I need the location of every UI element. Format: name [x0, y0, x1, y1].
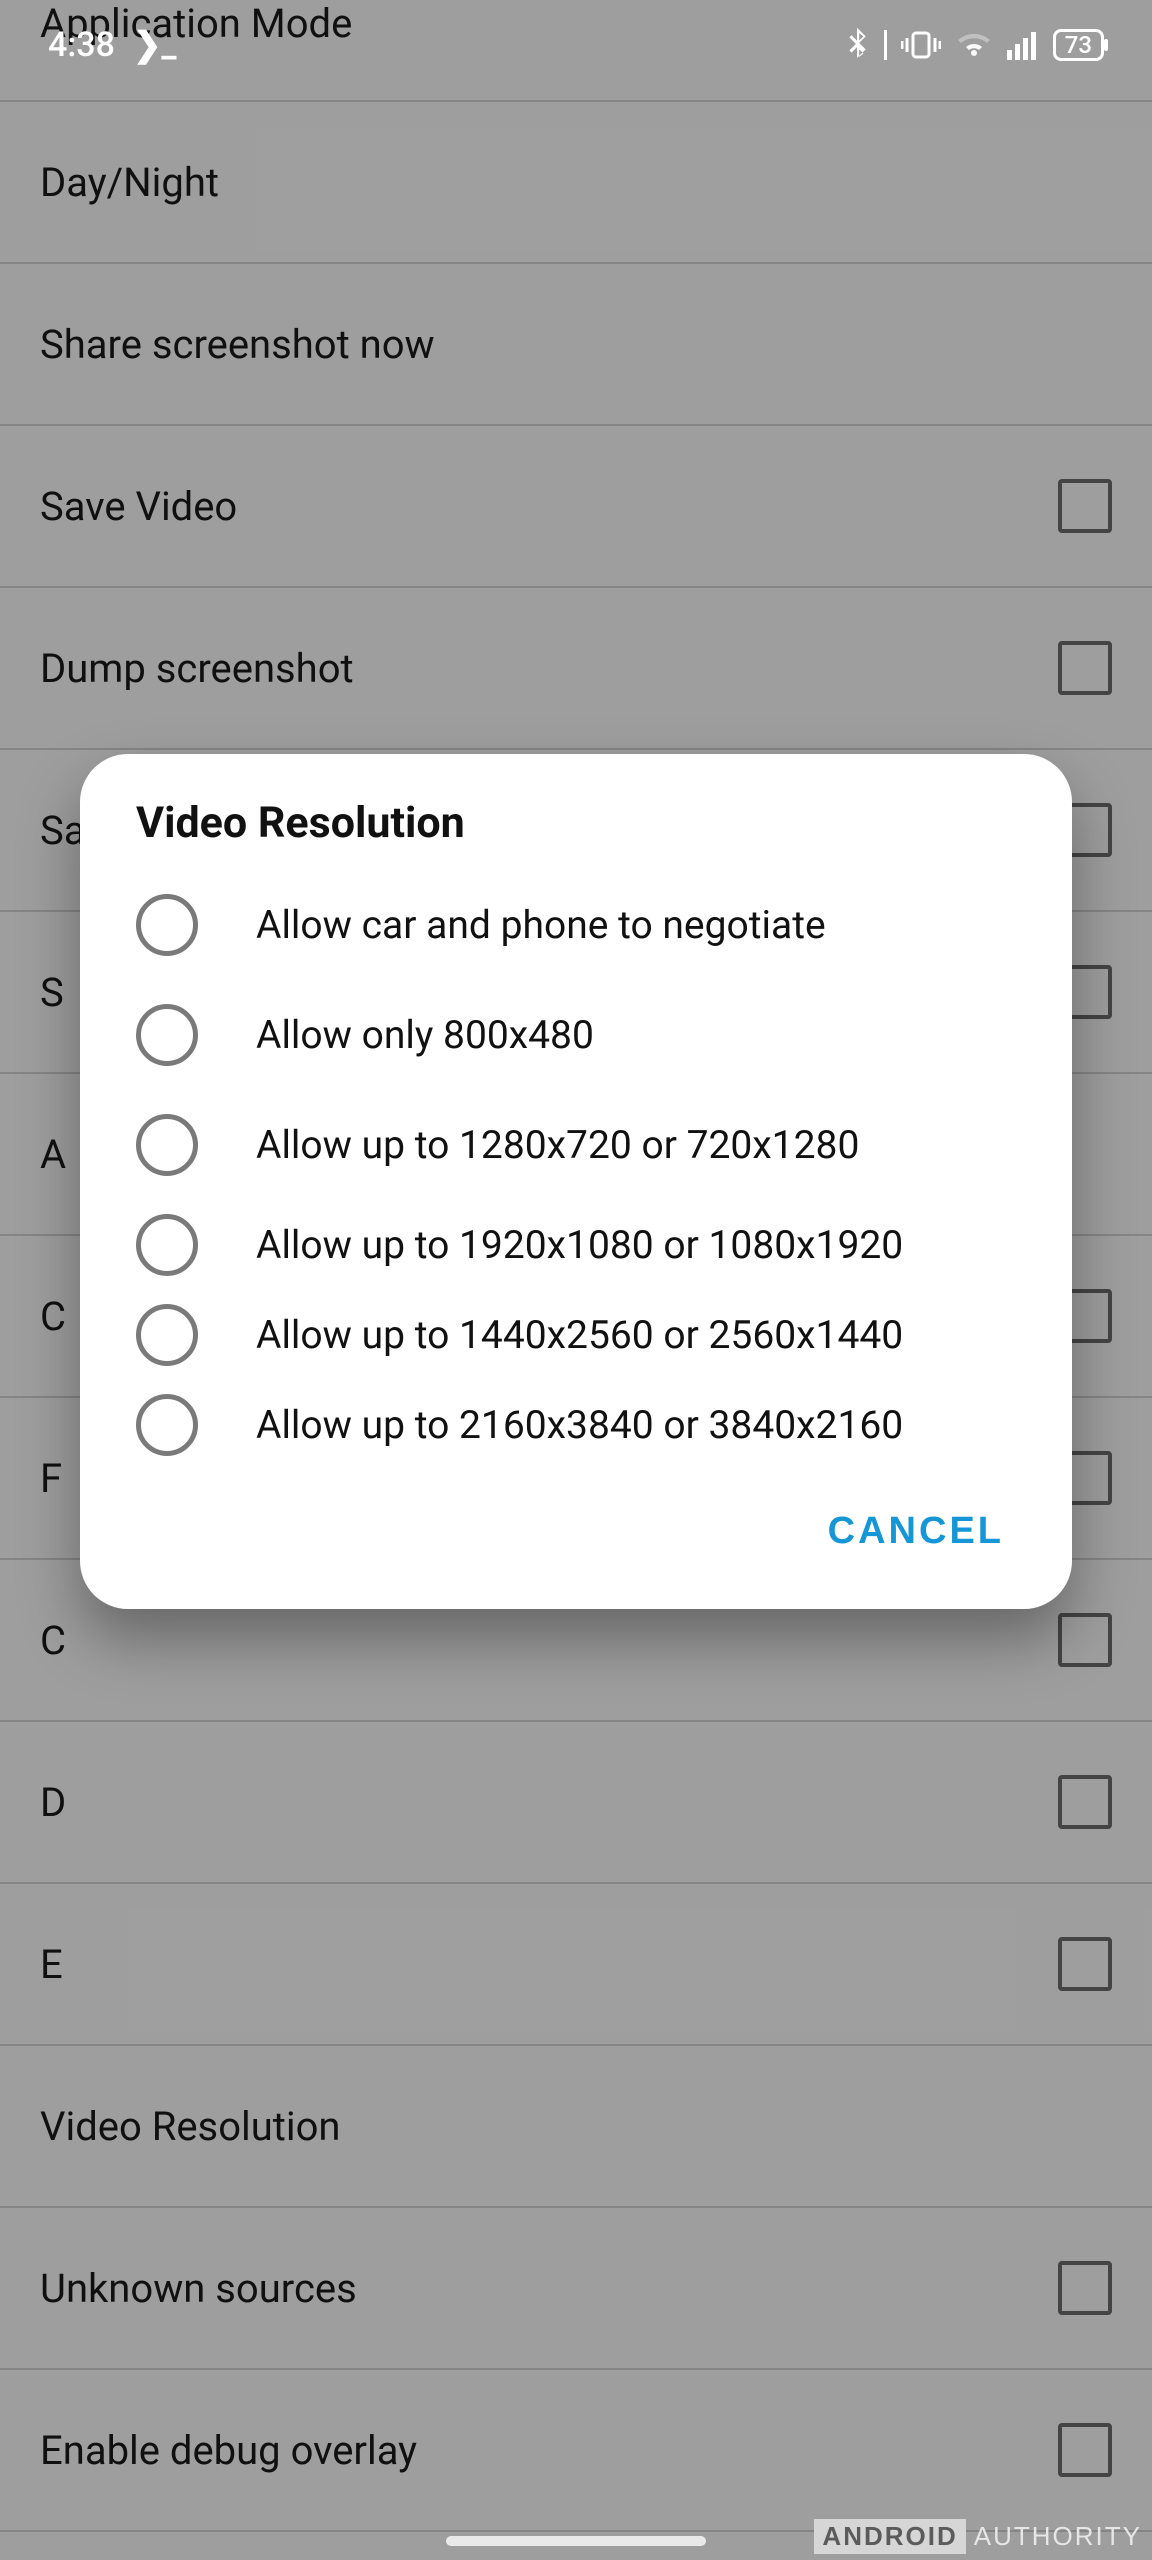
battery-level: 73 — [1065, 33, 1092, 57]
option-label: Allow only 800x480 — [256, 1011, 594, 1060]
resolution-option[interactable]: Allow car and phone to negotiate — [80, 870, 1072, 980]
status-time: 4:38 — [48, 25, 115, 65]
battery-icon: 73 — [1053, 29, 1104, 61]
option-label: Allow up to 1280x720 or 720x1280 — [256, 1121, 859, 1170]
gesture-nav-pill[interactable] — [446, 2536, 706, 2546]
divider-icon — [884, 30, 887, 60]
phone-screen: Application Mode Day/Night Share screens… — [0, 0, 1152, 2560]
watermark-part2: AUTHORITY — [974, 2521, 1142, 2552]
option-label: Allow up to 2160x3840 or 3840x2160 — [256, 1401, 903, 1450]
cancel-button[interactable]: CANCEL — [808, 1498, 1024, 1565]
radio-icon[interactable] — [136, 1214, 198, 1276]
wifi-icon — [955, 30, 993, 60]
option-label: Allow up to 1920x1080 or 1080x1920 — [256, 1221, 903, 1270]
resolution-option[interactable]: Allow up to 1440x2560 or 2560x1440 — [80, 1290, 1072, 1380]
radio-icon[interactable] — [136, 894, 198, 956]
dialog-title: Video Resolution — [80, 798, 1072, 870]
resolution-option[interactable]: Allow up to 2160x3840 or 3840x2160 — [80, 1380, 1072, 1470]
watermark-part1: ANDROID — [814, 2519, 965, 2554]
status-bar: 4:38 ❯_ 73 — [0, 0, 1152, 90]
resolution-option[interactable]: Allow up to 1280x720 or 720x1280 — [80, 1090, 1072, 1200]
dialog-actions: CANCEL — [80, 1470, 1072, 1585]
signal-icon — [1007, 30, 1039, 60]
radio-icon[interactable] — [136, 1304, 198, 1366]
bluetooth-icon — [844, 27, 870, 63]
status-right: 73 — [844, 27, 1104, 63]
radio-icon[interactable] — [136, 1004, 198, 1066]
resolution-option[interactable]: Allow up to 1920x1080 or 1080x1920 — [80, 1200, 1072, 1290]
dialog-options: Allow car and phone to negotiate Allow o… — [80, 870, 1072, 1470]
resolution-option[interactable]: Allow only 800x480 — [80, 980, 1072, 1090]
radio-icon[interactable] — [136, 1114, 198, 1176]
status-left: 4:38 ❯_ — [48, 25, 177, 65]
option-label: Allow car and phone to negotiate — [256, 901, 826, 950]
radio-icon[interactable] — [136, 1394, 198, 1456]
option-label: Allow up to 1440x2560 or 2560x1440 — [256, 1311, 903, 1360]
video-resolution-dialog: Video Resolution Allow car and phone to … — [80, 754, 1072, 1609]
watermark: ANDROID AUTHORITY — [814, 2519, 1142, 2554]
terminal-icon: ❯_ — [133, 25, 177, 65]
vibrate-icon — [901, 29, 941, 61]
